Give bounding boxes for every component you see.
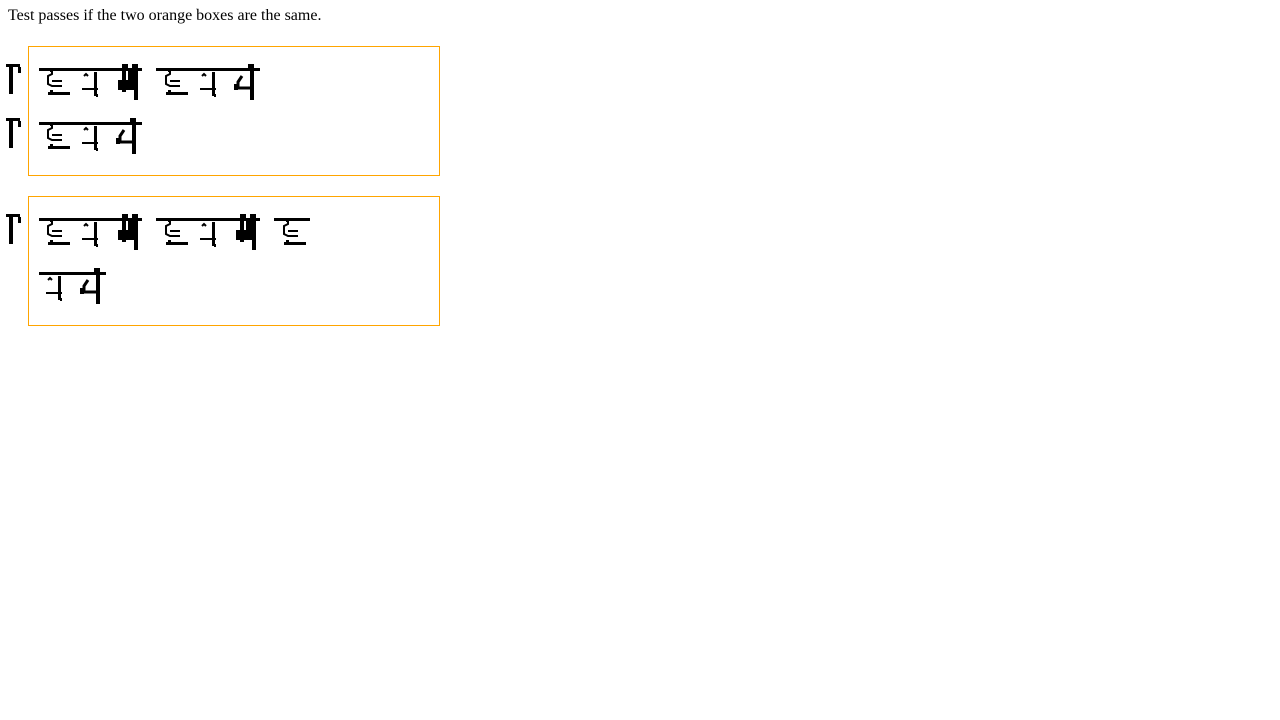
box1-line-1	[38, 64, 264, 104]
glyph-c-icon	[110, 64, 146, 104]
word-space	[264, 214, 274, 254]
box1-line-2	[38, 118, 146, 158]
glyph-a-icon	[156, 64, 192, 104]
glyph-c-icon	[110, 214, 146, 254]
glyph-b-icon	[38, 268, 74, 308]
word-space	[146, 64, 156, 104]
glyph-c-icon	[228, 214, 264, 254]
glyph-b-icon	[192, 214, 228, 254]
glyph-b-icon	[74, 118, 110, 158]
glyph-b-icon	[192, 64, 228, 104]
glyph-b-icon	[74, 214, 110, 254]
outside-mark-icon	[6, 214, 21, 244]
glyph-a-icon	[156, 214, 192, 254]
glyph-a-icon	[38, 64, 74, 104]
test-instruction: Test passes if the two orange boxes are …	[8, 7, 322, 24]
glyph-d-icon	[110, 118, 146, 158]
glyph-a-icon	[38, 118, 74, 158]
outside-mark-icon	[6, 64, 21, 94]
outside-mark-icon	[6, 118, 21, 148]
glyph-d-icon	[74, 268, 110, 308]
glyph-d-icon	[228, 64, 264, 104]
box2-line-1	[38, 214, 310, 254]
box2-line-2	[38, 268, 110, 308]
glyph-a-icon	[38, 214, 74, 254]
glyph-a-icon	[274, 214, 310, 254]
glyph-b-icon	[74, 64, 110, 104]
word-space	[146, 214, 156, 254]
